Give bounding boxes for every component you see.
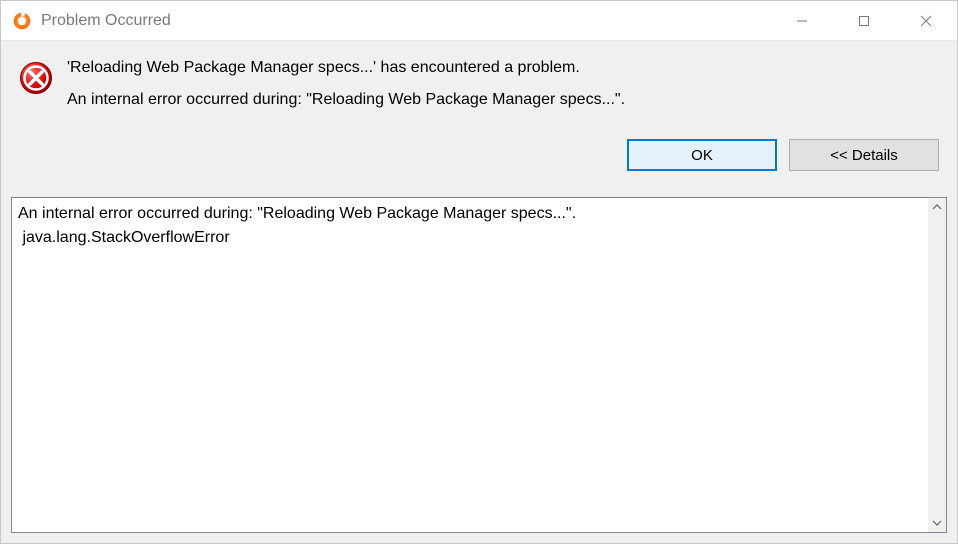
error-headline: 'Reloading Web Package Manager specs...'… bbox=[67, 59, 939, 77]
details-text[interactable]: An internal error occurred during: "Relo… bbox=[12, 198, 928, 532]
message-row: 'Reloading Web Package Manager specs...'… bbox=[19, 59, 939, 109]
ok-button[interactable]: OK bbox=[627, 139, 777, 171]
message-panel: 'Reloading Web Package Manager specs...'… bbox=[1, 41, 957, 187]
minimize-icon bbox=[796, 15, 808, 27]
maximize-button[interactable] bbox=[833, 1, 895, 40]
maximize-icon bbox=[858, 15, 870, 27]
error-description: An internal error occurred during: "Relo… bbox=[67, 91, 939, 109]
scroll-down-icon[interactable] bbox=[928, 514, 946, 532]
button-row: OK << Details bbox=[19, 139, 939, 171]
details-panel: An internal error occurred during: "Relo… bbox=[1, 187, 957, 543]
minimize-button[interactable] bbox=[771, 1, 833, 40]
window-title: Problem Occurred bbox=[41, 12, 771, 30]
details-button[interactable]: << Details bbox=[789, 139, 939, 171]
close-icon bbox=[920, 15, 932, 27]
details-scrollbar[interactable] bbox=[928, 198, 946, 532]
app-icon bbox=[11, 10, 33, 32]
dialog-window: Problem Occurred bbox=[0, 0, 958, 544]
error-icon bbox=[19, 61, 53, 95]
titlebar: Problem Occurred bbox=[1, 1, 957, 41]
close-button[interactable] bbox=[895, 1, 957, 40]
message-texts: 'Reloading Web Package Manager specs...'… bbox=[67, 59, 939, 109]
scroll-up-icon[interactable] bbox=[928, 198, 946, 216]
window-controls bbox=[771, 1, 957, 40]
details-box: An internal error occurred during: "Relo… bbox=[11, 197, 947, 533]
